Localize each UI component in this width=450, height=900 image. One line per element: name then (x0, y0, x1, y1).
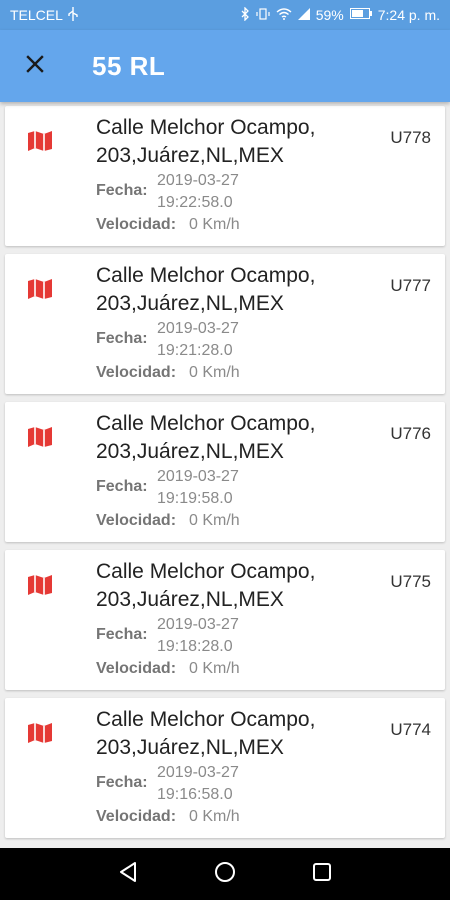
record-card[interactable]: Calle Melchor Ocampo, 203,Juárez,NL,MEX … (5, 550, 445, 690)
record-speed-label: Velocidad: (96, 364, 177, 381)
vibrate-icon (256, 7, 270, 23)
recents-button[interactable] (302, 854, 342, 894)
record-speed: 0 Km/h (189, 364, 240, 381)
record-address-line2: 203,Juárez,NL,MEX (96, 588, 284, 611)
record-datetime: 2019-03-27 19:16:58.0 (157, 762, 307, 806)
record-date-label: Fecha: (96, 774, 148, 791)
record-date: 2019-03-27 (157, 468, 239, 485)
record-card[interactable]: Calle Melchor Ocampo, 203,Juárez,NL,MEX … (5, 698, 445, 838)
close-icon (25, 54, 45, 79)
record-time: 19:16:58.0 (157, 786, 233, 803)
map-icon[interactable] (27, 722, 53, 744)
usb-icon (68, 6, 78, 24)
record-date-label: Fecha: (96, 330, 148, 347)
record-unit-id: U778 (390, 128, 431, 147)
record-address: Calle Melchor Ocampo, 203,Juárez,NL,MEX (96, 262, 346, 318)
record-address-line1: Calle Melchor Ocampo, (96, 412, 316, 435)
home-button[interactable] (205, 854, 245, 894)
record-address: Calle Melchor Ocampo, 203,Juárez,NL,MEX (96, 114, 346, 170)
map-icon[interactable] (27, 278, 53, 300)
record-address: Calle Melchor Ocampo, 203,Juárez,NL,MEX (96, 706, 346, 762)
map-icon[interactable] (27, 426, 53, 448)
record-speed: 0 Km/h (189, 808, 240, 825)
record-address-line2: 203,Juárez,NL,MEX (96, 144, 284, 167)
record-address-line1: Calle Melchor Ocampo, (96, 708, 316, 731)
record-date: 2019-03-27 (157, 320, 239, 337)
record-card[interactable]: Calle Melchor Ocampo, 203,Juárez,NL,MEX … (5, 106, 445, 246)
record-speed-label: Velocidad: (96, 808, 177, 825)
app-bar: 55 RL (0, 30, 450, 102)
status-right: 59% 7:24 p. m. (241, 5, 440, 24)
record-datetime: 2019-03-27 19:19:58.0 (157, 466, 307, 510)
home-icon (214, 861, 236, 888)
record-speed: 0 Km/h (189, 660, 240, 677)
record-speed-label: Velocidad: (96, 216, 177, 233)
record-address: Calle Melchor Ocampo, 203,Juárez,NL,MEX (96, 558, 346, 614)
record-address-line1: Calle Melchor Ocampo, (96, 116, 316, 139)
record-unit-id: U774 (390, 720, 431, 739)
battery-percent: 59% (315, 7, 344, 23)
record-address-line2: 203,Juárez,NL,MEX (96, 440, 284, 463)
record-time: 19:18:28.0 (157, 638, 233, 655)
record-address: Calle Melchor Ocampo, 203,Juárez,NL,MEX (96, 410, 346, 466)
record-date: 2019-03-27 (157, 172, 239, 189)
status-bar: TELCEL 59% 7:24 p. m. (0, 0, 450, 30)
record-datetime: 2019-03-27 19:18:28.0 (157, 614, 307, 658)
record-time: 19:22:58.0 (157, 194, 233, 211)
record-date-label: Fecha: (96, 478, 148, 495)
record-datetime: 2019-03-27 19:21:28.0 (157, 318, 307, 362)
record-address-line1: Calle Melchor Ocampo, (96, 560, 316, 583)
status-left: TELCEL (10, 6, 78, 24)
system-nav-bar (0, 848, 450, 900)
record-speed: 0 Km/h (189, 216, 240, 233)
battery-icon (349, 8, 372, 22)
record-card[interactable]: Calle Melchor Ocampo, 203,Juárez,NL,MEX … (5, 254, 445, 394)
record-time: 19:19:58.0 (157, 490, 233, 507)
carrier-name: TELCEL (10, 7, 63, 23)
record-speed-label: Velocidad: (96, 512, 177, 529)
bluetooth-icon (241, 5, 250, 24)
close-button[interactable] (0, 30, 70, 102)
record-address-line1: Calle Melchor Ocampo, (96, 264, 316, 287)
recents-icon (312, 862, 332, 887)
map-icon[interactable] (27, 130, 53, 152)
record-card[interactable]: Calle Melchor Ocampo, 203,Juárez,NL,MEX … (5, 402, 445, 542)
record-datetime: 2019-03-27 19:22:58.0 (157, 170, 307, 214)
wifi-icon (276, 7, 292, 23)
record-address-line2: 203,Juárez,NL,MEX (96, 736, 284, 759)
clock: 7:24 p. m. (377, 7, 440, 23)
record-speed: 0 Km/h (189, 512, 240, 529)
map-icon[interactable] (27, 574, 53, 596)
record-time: 19:21:28.0 (157, 342, 233, 359)
record-speed-label: Velocidad: (96, 660, 177, 677)
record-date-label: Fecha: (96, 182, 148, 199)
record-date-label: Fecha: (96, 626, 148, 643)
record-date: 2019-03-27 (157, 764, 239, 781)
record-address-line2: 203,Juárez,NL,MEX (96, 292, 284, 315)
records-list[interactable]: Calle Melchor Ocampo, 203,Juárez,NL,MEX … (0, 102, 450, 848)
back-button[interactable] (108, 854, 148, 894)
record-unit-id: U777 (390, 276, 431, 295)
record-unit-id: U775 (390, 572, 431, 591)
back-icon (118, 861, 138, 888)
record-date: 2019-03-27 (157, 616, 239, 633)
signal-icon (297, 7, 310, 23)
record-unit-id: U776 (390, 424, 431, 443)
page-title: 55 RL (92, 50, 166, 81)
